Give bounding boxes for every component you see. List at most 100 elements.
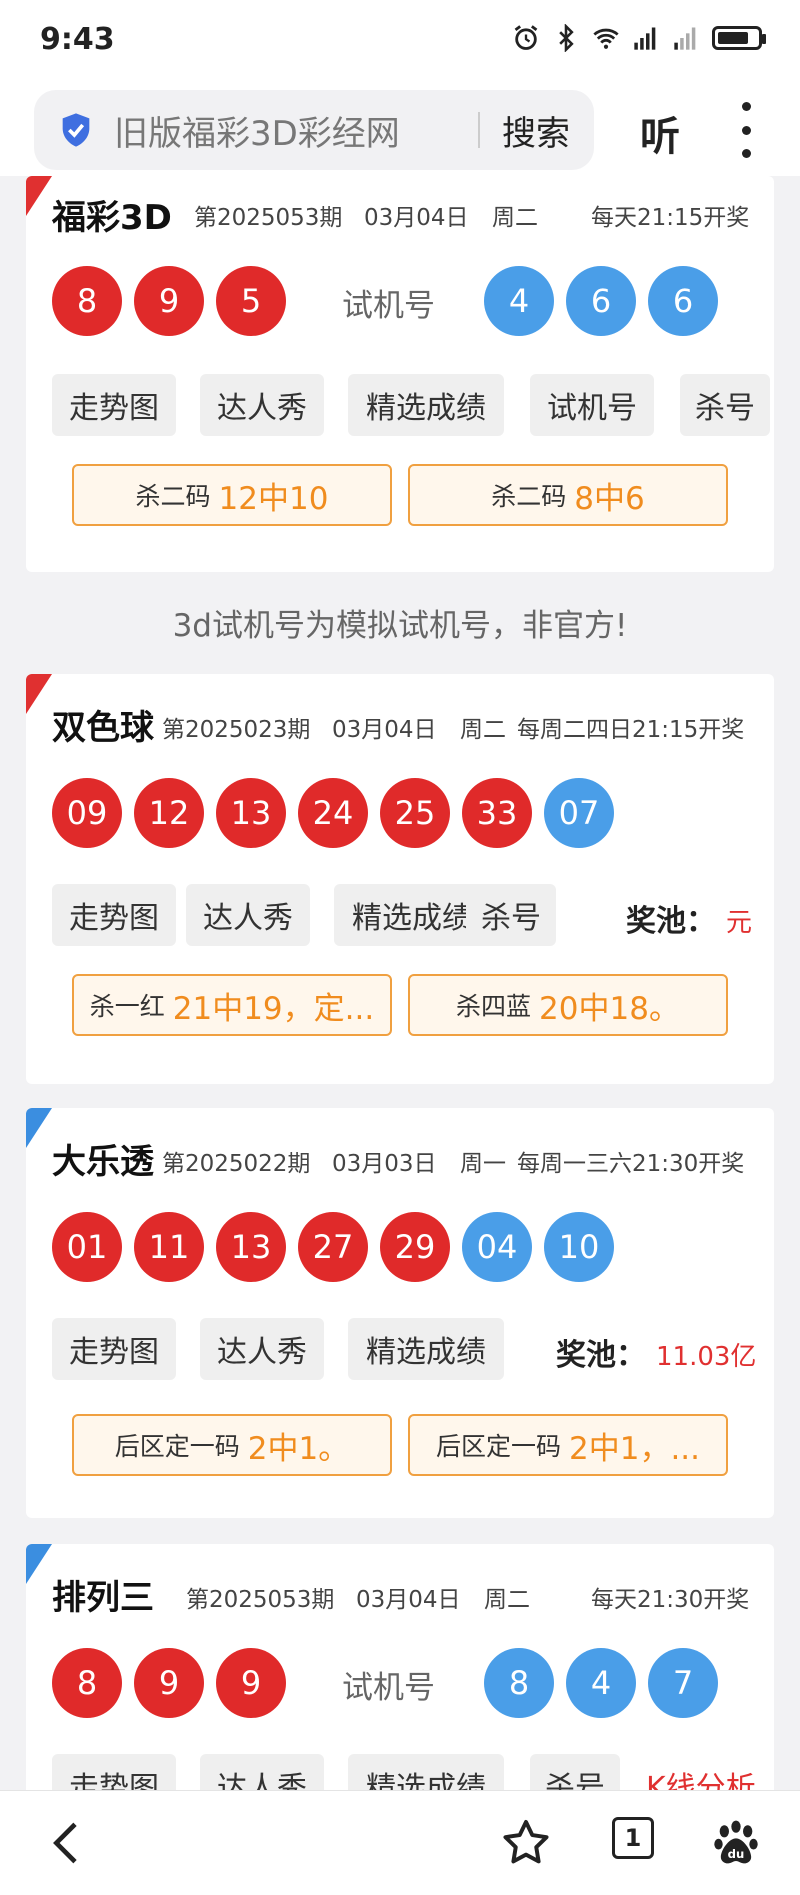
alarm-icon (514, 25, 538, 50)
red-ball: 8 (52, 1648, 122, 1718)
chip-expert-show[interactable]: 达人秀 (200, 1318, 324, 1380)
blue-ball: 04 (462, 1212, 532, 1282)
prediction-value: 2中1，... (569, 1430, 701, 1467)
lottery-name: 福彩3D (52, 198, 172, 238)
prediction-label: 杀一红 (89, 992, 165, 1021)
chip-trend-chart[interactable]: 走势图 (52, 884, 176, 946)
jackpot-amount: 元 (726, 908, 753, 938)
chip-trend-chart[interactable]: 走势图 (52, 1754, 176, 1790)
trial-ball: 4 (566, 1648, 636, 1718)
jackpot-label: 奖池： (556, 1338, 646, 1373)
fc-corner-badge (26, 674, 52, 714)
red-ball: 27 (298, 1212, 368, 1282)
chip-kill-number[interactable]: 杀号 (530, 1754, 620, 1790)
red-ball: 33 (462, 778, 532, 848)
card-dlt: 大乐透 第2025022期 03月03日 周一 每周一三六21:30开奖 01 … (26, 1108, 774, 1518)
star-icon[interactable] (498, 1815, 554, 1871)
red-ball: 9 (216, 1648, 286, 1718)
prediction-value: 20中18。 (539, 990, 680, 1027)
prediction-card[interactable]: 杀四蓝 20中18。 (408, 974, 728, 1036)
shield-icon (62, 113, 90, 147)
lottery-name: 双色球 (52, 708, 154, 748)
chip-expert-show[interactable]: 达人秀 (200, 374, 324, 436)
status-bar: 9:43 (0, 0, 800, 84)
chip-trend-chart[interactable]: 走势图 (52, 374, 176, 436)
red-ball: 9 (134, 266, 204, 336)
tc-corner-badge (26, 1108, 52, 1148)
draw-date: 03月04日 (356, 1587, 461, 1613)
prediction-label: 后区定一码 (435, 1432, 561, 1461)
trial-label: 试机号 (342, 1670, 435, 1706)
draw-date: 03月04日 (364, 205, 469, 231)
jackpot-amount: 11.03亿 (656, 1342, 757, 1372)
prediction-card[interactable]: 杀二码 12中10 (72, 464, 392, 526)
draw-weekday: 周二 (492, 205, 538, 231)
prediction-value: 21中19，定... (172, 990, 375, 1027)
red-ball: 12 (134, 778, 204, 848)
trial-ball: 6 (648, 266, 718, 336)
card-fc3d: 福彩3D 第2025053期 03月04日 周二 每天21:15开奖 8 9 5… (26, 176, 774, 572)
chip-selected-results[interactable]: 精选成绩 (348, 1318, 504, 1380)
chip-trend-chart[interactable]: 走势图 (52, 1318, 176, 1380)
chip-kill-number[interactable]: 杀号 (680, 374, 770, 436)
search-query[interactable]: 旧版福彩3D彩经网 (114, 106, 478, 155)
issue-number: 第2025053期 (186, 1587, 335, 1613)
chip-kill-number[interactable]: 杀号 (466, 884, 556, 946)
jackpot: 奖池： 11.03亿 (556, 1330, 756, 1374)
prediction-card[interactable]: 后区定一码 2中1，... (408, 1414, 728, 1476)
trial-ball: 6 (566, 266, 636, 336)
baidu-paw-icon[interactable]: du (708, 1815, 764, 1871)
issue-number: 第2025023期 (162, 717, 311, 743)
chip-selected-results[interactable]: 精选成绩 (348, 374, 504, 436)
trial-number-notice: 3d试机号为模拟试机号，非官方! (172, 608, 628, 644)
prediction-value: 12中10 (218, 480, 329, 517)
chip-expert-show[interactable]: 达人秀 (186, 884, 310, 946)
draw-schedule: 每周二四日21:15开奖 (517, 717, 745, 743)
red-ball: 25 (380, 778, 450, 848)
issue-number: 第2025053期 (194, 205, 343, 231)
red-ball: 13 (216, 778, 286, 848)
issue-number: 第2025022期 (162, 1151, 311, 1177)
lottery-name: 大乐透 (52, 1142, 154, 1182)
blue-ball: 07 (544, 778, 614, 848)
chip-k-line-analysis[interactable]: K线分析 (646, 1754, 774, 1790)
signal-weak-icon (674, 27, 696, 50)
trial-ball: 4 (484, 266, 554, 336)
search-box[interactable]: 旧版福彩3D彩经网 搜索 (34, 90, 594, 170)
chip-selected-results[interactable]: 精选成绩 (348, 1754, 504, 1790)
status-time: 9:43 (40, 22, 115, 57)
red-ball: 09 (52, 778, 122, 848)
red-ball: 24 (298, 778, 368, 848)
prediction-card[interactable]: 杀一红 21中19，定... (72, 974, 392, 1036)
prediction-card[interactable]: 后区定一码 2中1。 (72, 1414, 392, 1476)
browser-toolbar: 旧版福彩3D彩经网 搜索 听 (0, 84, 800, 176)
blue-ball: 10 (544, 1212, 614, 1282)
trial-label: 试机号 (342, 288, 435, 324)
chip-expert-show[interactable]: 达人秀 (200, 1754, 324, 1790)
red-ball: 5 (216, 266, 286, 336)
card-ssq: 双色球 第2025023期 03月04日 周二 每周二四日21:15开奖 09 … (26, 674, 774, 1084)
prediction-value: 2中1。 (247, 1430, 350, 1467)
browser-bottom-bar: 1 du (0, 1790, 800, 1895)
draw-weekday: 周二 (484, 1587, 530, 1613)
more-menu-icon[interactable] (736, 102, 756, 158)
red-ball: 01 (52, 1212, 122, 1282)
draw-schedule: 每周一三六21:30开奖 (517, 1151, 745, 1177)
listen-button[interactable]: 听 (640, 104, 680, 162)
signal-icon (634, 27, 656, 50)
lottery-name: 排列三 (52, 1578, 154, 1618)
red-ball: 13 (216, 1212, 286, 1282)
chip-trial-number[interactable]: 试机号 (530, 374, 654, 436)
prediction-label: 杀四蓝 (456, 992, 532, 1021)
search-button[interactable]: 搜索 (502, 106, 570, 155)
tc-corner-badge (26, 1544, 52, 1584)
status-icons (512, 24, 766, 52)
red-ball: 29 (380, 1212, 450, 1282)
prediction-label: 后区定一码 (114, 1432, 240, 1461)
back-icon[interactable] (40, 1815, 96, 1871)
draw-weekday: 周二 (460, 717, 506, 743)
draw-date: 03月03日 (332, 1151, 437, 1177)
prediction-card[interactable]: 杀二码 8中6 (408, 464, 728, 526)
tab-count-icon[interactable]: 1 (612, 1817, 654, 1859)
draw-schedule: 每天21:15开奖 (591, 205, 750, 231)
